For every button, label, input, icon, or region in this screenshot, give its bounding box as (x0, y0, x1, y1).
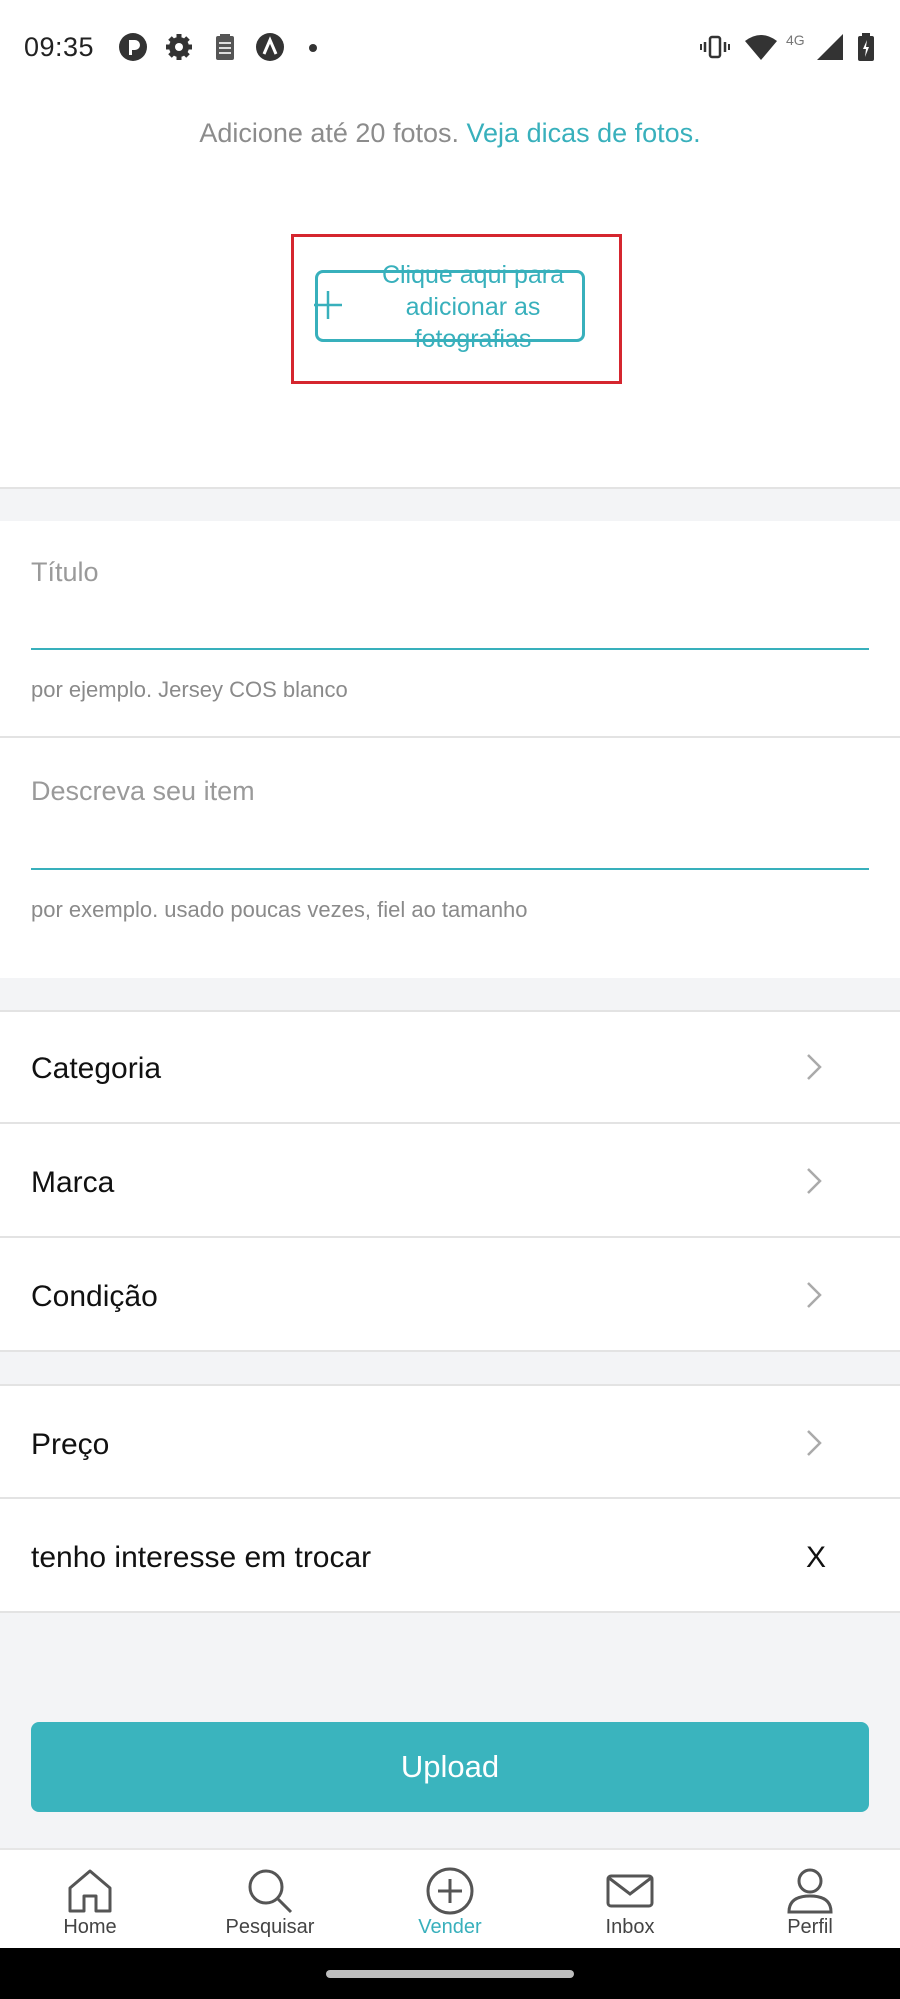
nav-home[interactable]: Home (0, 1850, 180, 1950)
chevron-right-icon (807, 1430, 822, 1456)
add-photo-label: Clique aqui para adicionar as fotografia… (381, 261, 565, 353)
nav-sell[interactable]: Vender (360, 1850, 540, 1950)
description-field-underline (31, 868, 869, 870)
search-icon (248, 1869, 293, 1914)
trade-label: tenho interesse em trocar (31, 1541, 372, 1574)
notification-dot (309, 44, 317, 52)
wifi-icon (745, 35, 777, 60)
add-photo-button[interactable]: Clique aqui para adicionar as fotografia… (314, 261, 585, 353)
description-field-hint: por exemplo. usado poucas vezes, fiel ao… (31, 897, 528, 922)
home-icon (68, 1869, 112, 1913)
chevron-right-icon (807, 1282, 822, 1308)
photo-hint: Adicione até 20 fotos. Veja dicas de fot… (0, 118, 900, 149)
mail-icon (606, 1874, 654, 1908)
brand-row[interactable]: Marca (0, 1124, 900, 1236)
title-field-underline (31, 648, 869, 650)
trade-toggle[interactable]: X (806, 1541, 826, 1575)
condition-row[interactable]: Condição (0, 1238, 900, 1350)
section-gap (0, 978, 900, 1012)
network-type: 4G (786, 32, 805, 48)
category-row[interactable]: Categoria (0, 1012, 900, 1122)
app-a-icon (256, 33, 284, 61)
brand-label: Marca (31, 1166, 115, 1199)
nav-home-label: Home (63, 1916, 117, 1938)
upload-button[interactable]: Upload (31, 1722, 869, 1812)
bottom-nav: Home Pesquisar Vender Inbox Perfil (0, 1848, 900, 1948)
price-row[interactable]: Preço (0, 1386, 900, 1497)
price-label: Preço (31, 1428, 110, 1461)
status-bar: 09:35 4G (0, 0, 900, 98)
status-time: 09:35 (24, 32, 95, 62)
field-divider (0, 736, 900, 738)
nav-inbox-label: Inbox (605, 1916, 655, 1938)
app-notification-icon (119, 33, 147, 61)
chevron-right-icon (807, 1054, 822, 1080)
nav-search-label: Pesquisar (225, 1916, 315, 1938)
home-gesture-pill[interactable] (326, 1970, 574, 1978)
plus-icon (314, 291, 342, 319)
plus-circle-icon (426, 1867, 474, 1915)
title-field-hint: por ejemplo. Jersey COS blanco (31, 677, 348, 702)
nav-search[interactable]: Pesquisar (180, 1850, 360, 1950)
title-field-label: Título (31, 557, 99, 587)
photo-hint-text: Adicione até 20 fotos. (199, 118, 459, 148)
battery-icon (858, 33, 874, 61)
user-icon (787, 1868, 833, 1914)
trade-row[interactable]: tenho interesse em trocar X (0, 1499, 900, 1611)
condition-label: Condição (31, 1280, 158, 1313)
nav-inbox[interactable]: Inbox (540, 1850, 720, 1950)
nav-sell-label: Vender (418, 1916, 482, 1938)
vibrate-icon (700, 35, 730, 59)
nav-profile[interactable]: Perfil (720, 1850, 900, 1950)
signal-icon (817, 34, 843, 60)
category-label: Categoria (31, 1052, 162, 1085)
nav-profile-label: Perfil (787, 1916, 833, 1938)
gear-icon (166, 34, 192, 60)
description-field-label: Descreva seu item (31, 776, 255, 806)
section-gap (0, 1352, 900, 1384)
section-gap (0, 489, 900, 521)
chevron-right-icon (807, 1168, 822, 1194)
system-nav-bar (0, 1948, 900, 1999)
photo-tips-link[interactable]: Veja dicas de fotos. (467, 118, 701, 148)
clipboard-icon (216, 34, 234, 60)
